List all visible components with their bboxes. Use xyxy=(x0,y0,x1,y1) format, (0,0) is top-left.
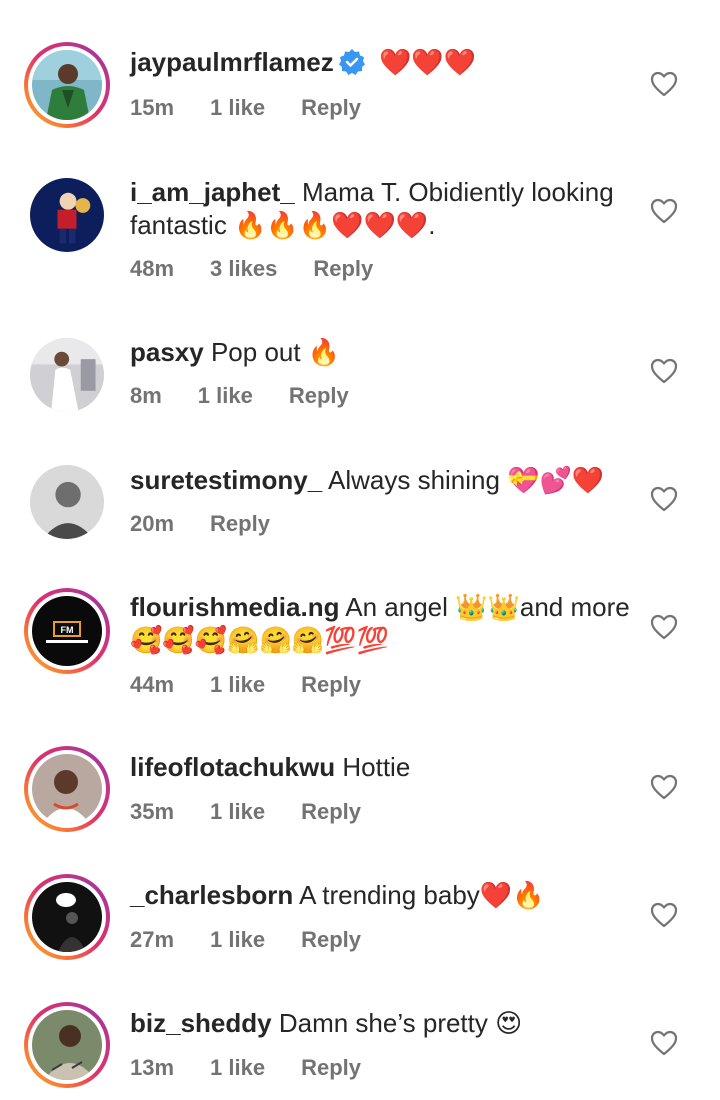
like-heart-icon[interactable] xyxy=(650,358,678,384)
comment-username[interactable]: flourishmedia.ng xyxy=(130,592,339,622)
comment-likes[interactable]: 1 like xyxy=(210,1055,265,1080)
avatar[interactable] xyxy=(24,459,110,545)
svg-text:FM: FM xyxy=(61,625,74,635)
reply-button[interactable]: Reply xyxy=(210,511,270,536)
reply-button[interactable]: Reply xyxy=(313,256,373,281)
reply-button[interactable]: Reply xyxy=(301,799,361,824)
verified-badge-icon xyxy=(338,48,366,76)
comment-time: 44m xyxy=(130,672,175,697)
flourish-media-logo-avatar-icon: FM xyxy=(32,596,102,666)
reply-button[interactable]: Reply xyxy=(301,95,361,120)
avatar[interactable] xyxy=(24,874,110,960)
avatar[interactable] xyxy=(24,332,110,418)
man-patterned-shirt-avatar-icon xyxy=(32,1010,102,1080)
like-heart-icon[interactable] xyxy=(650,614,678,640)
comment-username[interactable]: lifeoflotachukwu xyxy=(130,752,335,782)
man-green-suit-avatar-icon xyxy=(32,50,102,120)
comment-username[interactable]: jaypaulmrflamez xyxy=(130,47,334,77)
comment-likes[interactable]: 1 like xyxy=(198,383,253,408)
comment-time: 20m xyxy=(130,511,175,536)
comment-text: ❤️❤️❤️ xyxy=(378,47,477,77)
avatar[interactable] xyxy=(24,172,110,258)
comment-username[interactable]: _charlesborn xyxy=(130,880,293,910)
child-avatar-icon xyxy=(30,178,104,252)
woman-selfie-avatar-icon xyxy=(32,754,102,824)
comment-likes[interactable]: 1 like xyxy=(210,927,265,952)
comment-likes[interactable]: 1 like xyxy=(210,95,265,120)
comment-username[interactable]: biz_sheddy xyxy=(130,1008,272,1038)
avatar[interactable] xyxy=(24,42,110,128)
comment-time: 35m xyxy=(130,799,175,824)
reply-button[interactable]: Reply xyxy=(301,927,361,952)
comment-username[interactable]: suretestimony_ xyxy=(130,465,322,495)
like-heart-icon[interactable] xyxy=(650,902,678,928)
avatar[interactable] xyxy=(24,746,110,832)
like-heart-icon[interactable] xyxy=(650,198,678,224)
comment-text: Hottie xyxy=(342,752,411,782)
reply-button[interactable]: Reply xyxy=(289,383,349,408)
comment-username[interactable]: pasxy xyxy=(130,337,204,367)
reply-button[interactable]: Reply xyxy=(301,1055,361,1080)
comment-time: 48m xyxy=(130,256,175,281)
comment-username[interactable]: i_am_japhet_ xyxy=(130,177,295,207)
woman-white-dress-avatar-icon xyxy=(30,338,104,412)
reply-button[interactable]: Reply xyxy=(301,672,361,697)
comment-time: 13m xyxy=(130,1055,175,1080)
like-heart-icon[interactable] xyxy=(650,71,678,97)
like-heart-icon[interactable] xyxy=(650,774,678,800)
dark-silhouette-avatar-icon xyxy=(32,882,102,952)
avatar[interactable]: FM xyxy=(24,588,110,674)
comment-text: Pop out 🔥 xyxy=(210,337,341,367)
comment-time: 8m xyxy=(130,383,162,408)
like-heart-icon[interactable] xyxy=(650,1030,678,1056)
avatar[interactable] xyxy=(24,1002,110,1088)
like-heart-icon[interactable] xyxy=(650,486,678,512)
comment-likes[interactable]: 3 likes xyxy=(210,256,277,281)
comment-likes[interactable]: 1 like xyxy=(210,672,265,697)
comment-text: Always shining 💝💕❤️ xyxy=(327,465,605,495)
comment-likes[interactable]: 1 like xyxy=(210,799,265,824)
comment-text: Damn she’s pretty 😍 xyxy=(278,1008,523,1038)
comment-time: 27m xyxy=(130,927,175,952)
grayscale-person-avatar-icon xyxy=(30,465,104,539)
comment-time: 15m xyxy=(130,95,175,120)
comment-text: A trending baby❤️🔥 xyxy=(299,880,545,910)
